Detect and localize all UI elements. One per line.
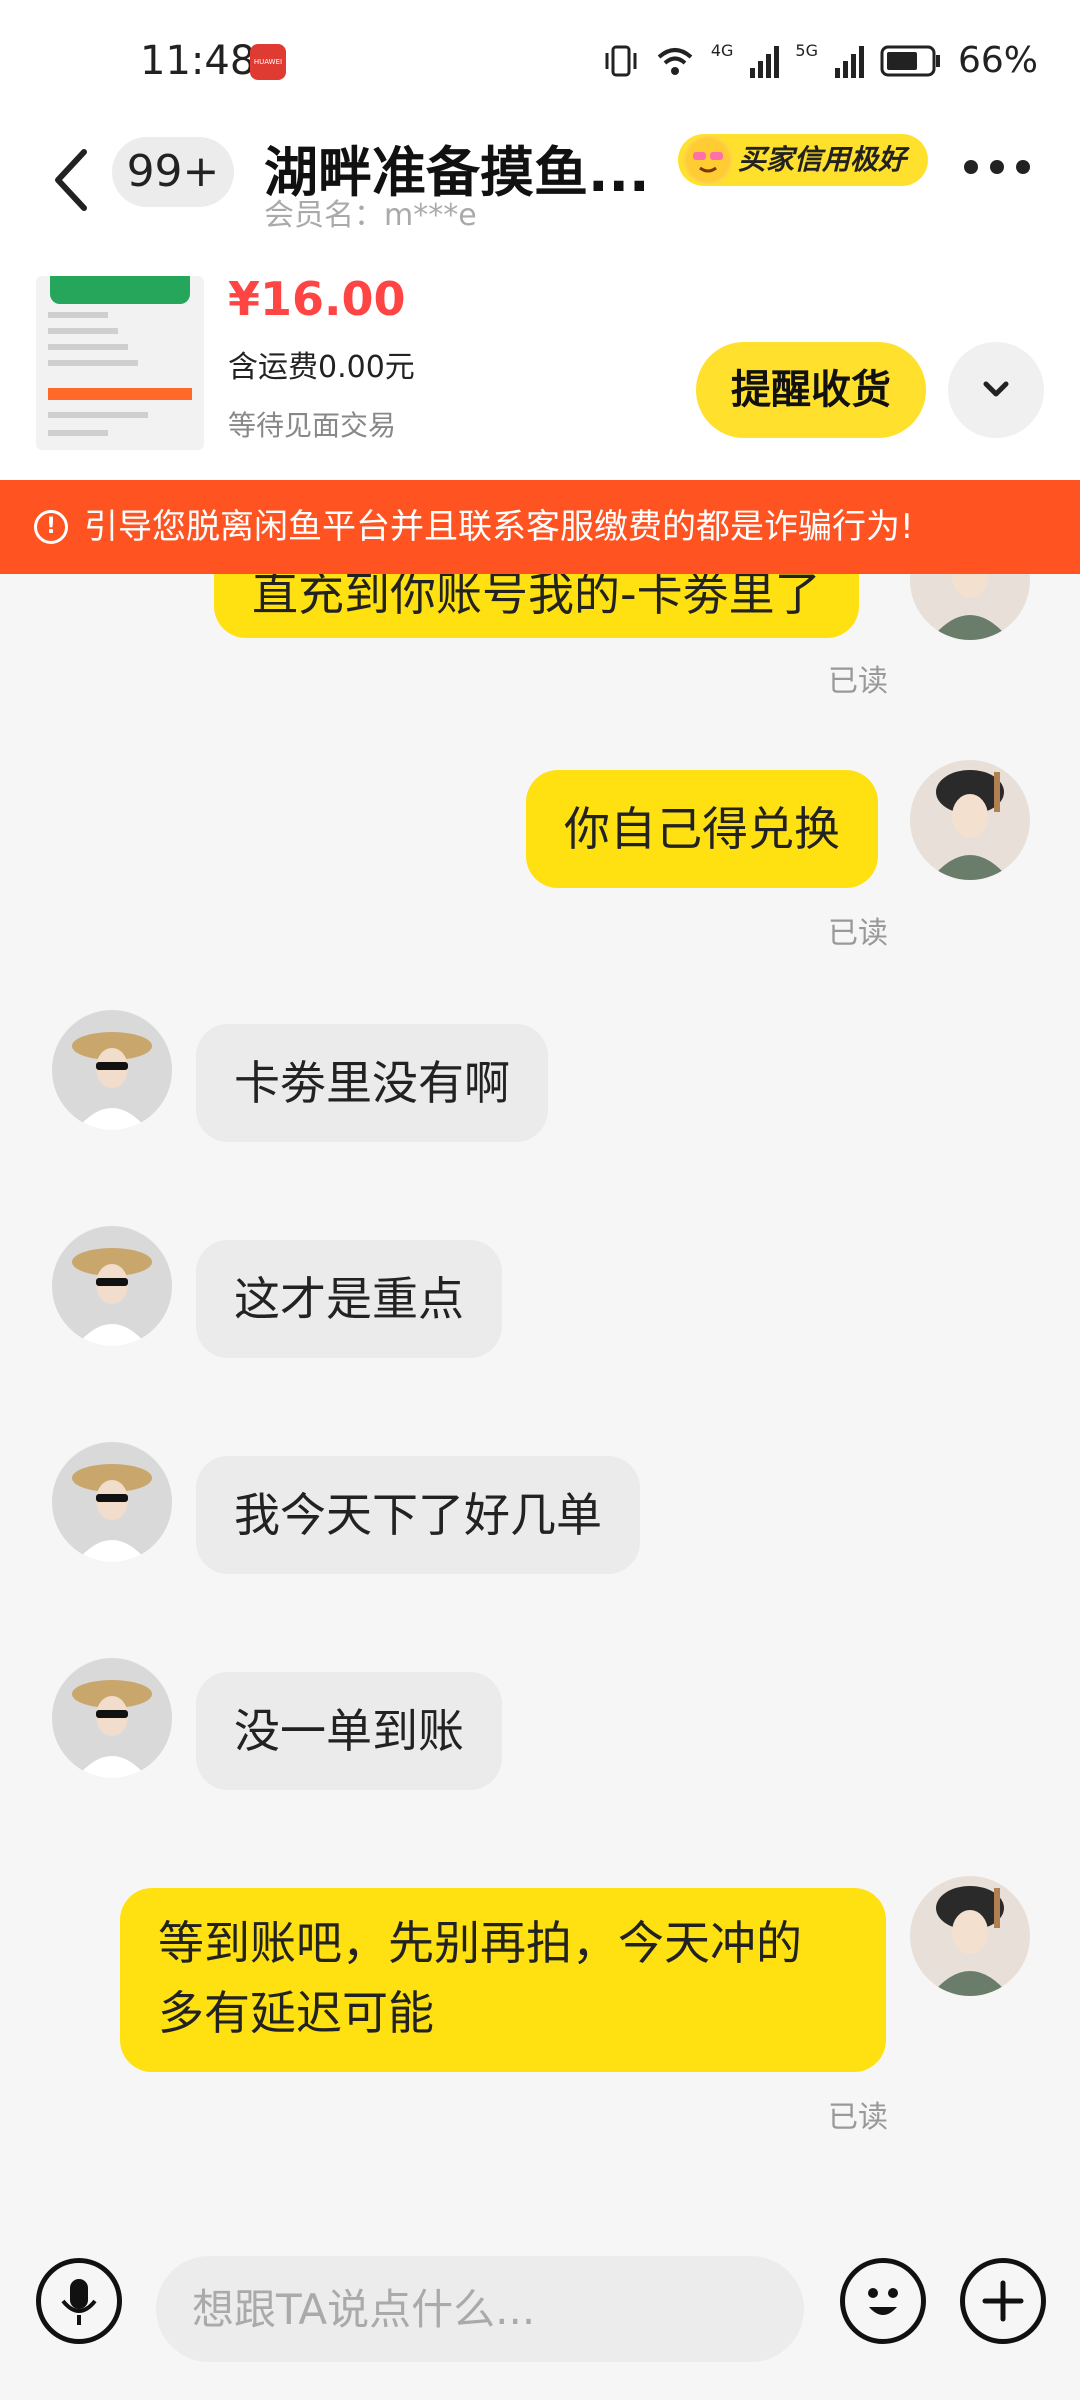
more-dots-icon bbox=[990, 160, 1004, 174]
chevron-left-icon bbox=[55, 149, 87, 211]
input-bar bbox=[0, 2216, 1080, 2400]
voice-button[interactable] bbox=[36, 2258, 122, 2344]
contact-avatar[interactable] bbox=[52, 1010, 172, 1130]
warning-circle-icon: ! bbox=[34, 510, 68, 544]
back-button[interactable] bbox=[48, 140, 98, 220]
read-receipt: 已读 bbox=[828, 2100, 888, 2135]
app-badge-text: HUAWEI bbox=[253, 58, 283, 66]
signal-icon-2 bbox=[834, 45, 864, 78]
read-receipt: 已读 bbox=[828, 916, 888, 951]
signal-icon bbox=[750, 45, 780, 78]
order-price: ¥16.00 bbox=[228, 272, 406, 326]
message-bubble-received[interactable]: 我今天下了好几单 bbox=[196, 1456, 640, 1574]
message-input[interactable] bbox=[156, 2256, 804, 2362]
smiley-icon bbox=[868, 2288, 898, 2315]
more-button[interactable] bbox=[964, 160, 1030, 174]
microphone-icon bbox=[61, 2279, 97, 2325]
plus-icon bbox=[982, 2280, 1024, 2322]
contact-avatar[interactable] bbox=[52, 1226, 172, 1346]
huawei-app-icon: HUAWEI bbox=[250, 44, 286, 80]
wifi-icon bbox=[657, 47, 693, 75]
credit-badge-label: 买家信用极好 bbox=[738, 143, 907, 176]
order-card[interactable]: ¥16.00 含运费0.00元 等待见面交易 提醒收货 bbox=[0, 260, 1080, 480]
unread-count-badge[interactable]: 99+ bbox=[112, 137, 234, 207]
cool-face-icon bbox=[684, 136, 732, 184]
member-name: 会员名：m***e bbox=[264, 198, 477, 233]
read-receipt: 已读 bbox=[828, 664, 888, 699]
contact-avatar[interactable] bbox=[52, 1658, 172, 1778]
product-thumbnail[interactable] bbox=[36, 276, 204, 450]
chevron-down-icon bbox=[983, 381, 1009, 397]
fraud-warning-banner: ! 引导您脱离闲鱼平台并且联系客服缴费的都是诈骗行为! bbox=[0, 480, 1080, 574]
battery-icon bbox=[880, 45, 940, 76]
shipping-fee: 含运费0.00元 bbox=[228, 350, 415, 385]
net2-label: 5G bbox=[795, 41, 818, 60]
message-bubble-received[interactable]: 卡劵里没有啊 bbox=[196, 1024, 548, 1142]
status-time: 11:48 bbox=[140, 38, 256, 84]
message-bubble-received[interactable]: 这才是重点 bbox=[196, 1240, 502, 1358]
add-button[interactable] bbox=[960, 2258, 1046, 2344]
message-bubble-sent[interactable]: 你自己得兑换 bbox=[526, 770, 878, 888]
more-dots-icon bbox=[1016, 160, 1030, 174]
chat-area[interactable]: 直充到你账号我的-卡劵里了 已读 你自己得兑换 已读 卡劵里没有啊 这才是重点 … bbox=[0, 574, 1080, 2216]
my-avatar[interactable] bbox=[910, 760, 1030, 880]
message-bubble-sent[interactable]: 直充到你账号我的-卡劵里了 bbox=[214, 574, 859, 638]
status-icons: 4G 5G 66% bbox=[603, 40, 1038, 81]
message-bubble-sent[interactable]: 等到账吧，先别再拍，今天冲的 多有延迟可能 bbox=[120, 1888, 886, 2072]
my-avatar[interactable] bbox=[910, 574, 1030, 640]
message-line: 多有延迟可能 bbox=[158, 1986, 434, 2040]
message-bubble-received[interactable]: 没一单到账 bbox=[196, 1672, 502, 1790]
remind-receipt-button[interactable]: 提醒收货 bbox=[696, 342, 926, 438]
order-state: 等待见面交易 bbox=[228, 409, 397, 442]
credit-badge: 买家信用极好 bbox=[678, 134, 929, 186]
expand-button[interactable] bbox=[948, 342, 1044, 438]
battery-percent: 66% bbox=[957, 40, 1038, 81]
contact-avatar[interactable] bbox=[52, 1442, 172, 1562]
net1-label: 4G bbox=[710, 41, 734, 60]
message-line: 等到账吧，先别再拍，今天冲的 bbox=[158, 1916, 802, 1970]
my-avatar[interactable] bbox=[910, 1876, 1030, 1996]
chat-header: 99+ 湖畔准备摸鱼... 会员名：m***e 买家信用极好 bbox=[0, 110, 1080, 260]
more-dots-icon bbox=[964, 160, 978, 174]
emoji-button[interactable] bbox=[840, 2258, 926, 2344]
warning-text: 引导您脱离闲鱼平台并且联系客服缴费的都是诈骗行为! bbox=[84, 507, 914, 547]
vibrate-icon bbox=[605, 45, 637, 76]
